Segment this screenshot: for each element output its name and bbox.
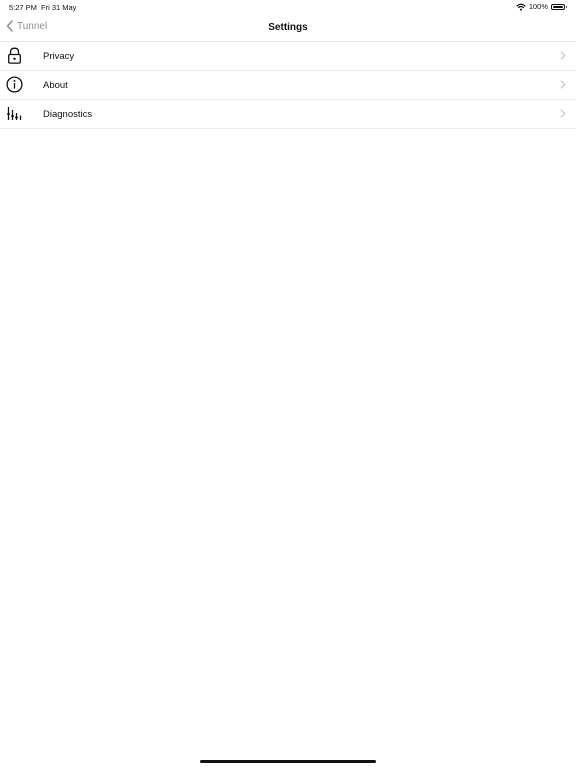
status-time: 5:27 PM [9, 3, 37, 12]
sliders-icon [6, 105, 23, 122]
battery-percent: 100% [528, 2, 548, 11]
chevron-right-icon [560, 51, 566, 60]
settings-item-about[interactable]: About [0, 71, 576, 100]
chevron-right-icon [560, 109, 566, 118]
settings-list: Privacy About Diagnostics [0, 42, 576, 129]
page-title: Settings [268, 22, 308, 33]
status-indicators: 100% [516, 2, 567, 11]
home-indicator[interactable] [200, 760, 376, 763]
settings-item-diagnostics[interactable]: Diagnostics [0, 100, 576, 129]
settings-item-label: Diagnostics [43, 109, 93, 120]
status-date: Fri 31 May [41, 3, 77, 12]
settings-screen: 5:27 PM Fri 31 May 100% Tunnel Settings … [0, 0, 576, 768]
settings-item-privacy[interactable]: Privacy [0, 42, 576, 71]
settings-item-label: About [43, 80, 68, 91]
navigation-bar: Tunnel Settings [0, 14, 576, 42]
chevron-right-icon [560, 80, 566, 89]
battery-fill [553, 5, 563, 8]
settings-item-label: Privacy [43, 51, 75, 62]
lock-icon [6, 47, 23, 64]
status-bar: 5:27 PM Fri 31 May 100% [0, 0, 576, 14]
wifi-icon [516, 3, 526, 11]
battery-icon [551, 3, 567, 10]
info-icon [6, 76, 23, 93]
